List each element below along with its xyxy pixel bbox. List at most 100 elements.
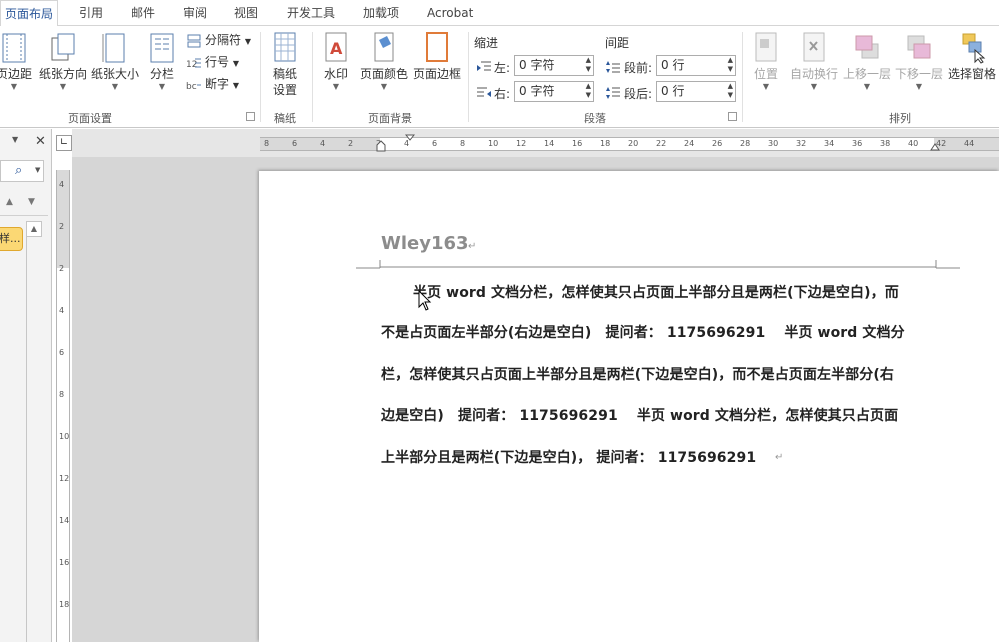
ribbon-tabs: 页面布局 引用 邮件 审阅 视图 开发工具 加载项 Acrobat — [0, 0, 999, 27]
vertical-ruler[interactable]: 4 2 2 4 6 8 10 12 14 16 18 — [56, 170, 70, 642]
body-text-line[interactable]: 边是空白) 提问者： 1175696291 半页 word 文档分栏，怎样使其只… — [381, 405, 898, 425]
nav-search-box[interactable]: ⌕ ▼ — [0, 160, 44, 182]
manuscript-label-2: 设置 — [272, 83, 297, 97]
watermark-label: 水印 — [323, 67, 348, 81]
tab-selector[interactable]: ∟ — [56, 135, 72, 151]
size-label: 纸张大小 — [90, 67, 139, 81]
position-button[interactable]: 位置 ▼ — [748, 30, 784, 92]
send-backward-button[interactable]: 下移一层 ▼ — [894, 30, 944, 92]
body-text-line[interactable]: 栏，怎样使其只占页面上半部分且是两栏(下边是空白)，而不是占页面左半部分(右 — [381, 364, 894, 384]
spacing-after-value: 0 行 — [661, 84, 685, 98]
paragraph-mark: ↵ — [775, 452, 784, 463]
ruler-tick-label: 38 — [880, 139, 891, 148]
spacing-before-spinner[interactable]: 0 行 ▲ ▼ — [656, 55, 736, 76]
group-label-page-setup: 页面设置 — [68, 112, 112, 125]
columns-label: 分栏 — [149, 67, 174, 81]
nav-scrollbar[interactable] — [26, 237, 42, 642]
ruler-tick-label: 2 — [59, 264, 65, 273]
line-numbers-label: 行号 — [205, 55, 230, 69]
first-line-indent-marker[interactable] — [405, 134, 415, 146]
ruler-tick-label: 6 — [292, 139, 298, 148]
spacing-after-label: 段后: — [624, 87, 653, 101]
ribbon: 页边距 ▼ 纸张方向 ▼ 纸张大小 ▼ 分栏 ▼ 分隔符 ▼ 12 行号 ▼ bc… — [0, 26, 999, 128]
ruler-tick-label: 12 — [59, 474, 70, 483]
group-divider — [468, 32, 469, 122]
line-numbers-button[interactable]: 12 行号 ▼ — [186, 52, 239, 72]
nav-heading-item[interactable]: 样... — [0, 227, 23, 251]
svg-text:A: A — [330, 39, 343, 58]
indent-right-spinner[interactable]: 0 字符 ▲ ▼ — [514, 81, 594, 102]
hyphenation-label: 断字 — [205, 77, 230, 91]
page-color-button[interactable]: 页面颜色 ▼ — [358, 30, 410, 92]
selection-pane-button[interactable]: 选择窗格 — [946, 30, 998, 82]
manuscript-settings-button[interactable]: 稿纸 设置 — [266, 30, 304, 98]
wrap-text-button[interactable]: 自动换行 ▼ — [788, 30, 840, 92]
horizontal-ruler[interactable]: 8642246810121416182022242628303234363840… — [260, 134, 999, 153]
hyphenation-button[interactable]: bc 断字 ▼ — [186, 74, 239, 94]
svg-text:bc: bc — [186, 82, 197, 92]
close-icon[interactable]: ✕ — [35, 134, 46, 149]
tab-acrobat[interactable]: Acrobat — [423, 0, 477, 26]
paragraph-launcher[interactable] — [728, 112, 737, 121]
page-color-icon — [374, 32, 394, 62]
ruler-tick-label: 28 — [740, 139, 751, 148]
breaks-icon — [187, 34, 201, 47]
page-borders-label: 页面边框 — [412, 67, 461, 81]
bring-forward-button[interactable]: 上移一层 ▼ — [842, 30, 892, 92]
tab-page-layout[interactable]: 页面布局 — [0, 0, 59, 27]
right-indent-marker[interactable] — [930, 140, 940, 152]
chevron-down-icon: ▼ — [915, 82, 923, 91]
orientation-button[interactable]: 纸张方向 ▼ — [38, 30, 88, 92]
ruler-tick-label: 2 — [348, 139, 354, 148]
body-text-line[interactable]: 上半部分且是两栏(下边是空白)， 提问者： 1175696291 — [381, 447, 756, 467]
ruler-tick-label: 14 — [544, 139, 555, 148]
tab-view[interactable]: 视图 — [230, 0, 262, 26]
body-text-line[interactable]: 不是占页面左半部分(右边是空白) 提问者： 1175696291 半页 word… — [381, 322, 905, 342]
header-boundary-line — [356, 260, 960, 269]
page-borders-button[interactable]: 页面边框 — [412, 30, 462, 82]
spacing-after-spinner[interactable]: 0 行 ▲ ▼ — [656, 81, 736, 102]
scroll-up-button[interactable]: ▲ — [26, 221, 42, 237]
tab-review[interactable]: 审阅 — [179, 0, 211, 26]
bring-forward-label: 上移一层 — [842, 67, 891, 81]
chevron-down-icon: ▼ — [59, 82, 67, 91]
wrap-text-icon — [803, 32, 825, 62]
group-label-manuscript: 稿纸 — [274, 112, 296, 125]
next-arrow-icon[interactable]: ▼ — [28, 197, 35, 207]
spacing-before-value: 0 行 — [661, 58, 685, 72]
left-indent-marker[interactable] — [376, 135, 386, 153]
tab-add-ins[interactable]: 加载项 — [359, 0, 403, 26]
previous-arrow-icon[interactable]: ▲ — [6, 197, 13, 207]
ruler-tick-label: 2 — [59, 222, 65, 231]
watermark-button[interactable]: A 水印 ▼ — [318, 30, 354, 92]
line-numbers-icon: 12 — [186, 58, 201, 70]
page-header-text[interactable]: Wley163 — [381, 233, 469, 254]
page-setup-launcher[interactable] — [246, 112, 255, 121]
watermark-icon: A — [325, 32, 347, 62]
tab-mailings[interactable]: 邮件 — [127, 0, 159, 26]
margins-icon — [2, 33, 26, 63]
search-icon: ⌕ — [15, 163, 23, 178]
tab-developer[interactable]: 开发工具 — [283, 0, 339, 26]
columns-button[interactable]: 分栏 ▼ — [146, 30, 178, 92]
chevron-down-icon[interactable]: ▼ — [12, 135, 18, 144]
size-button[interactable]: 纸张大小 ▼ — [90, 30, 140, 92]
page-color-label: 页面颜色 — [359, 67, 408, 81]
ruler-tick-label: 34 — [824, 139, 835, 148]
columns-icon — [150, 33, 174, 63]
manuscript-icon — [274, 32, 296, 62]
chevron-down-icon: ▼ — [332, 82, 340, 91]
ruler-tick-label: 30 — [768, 139, 779, 148]
bring-forward-icon — [855, 35, 879, 59]
margins-button[interactable]: 页边距 ▼ — [0, 30, 34, 92]
tab-references[interactable]: 引用 — [75, 0, 107, 26]
chevron-down-icon: ▼ — [158, 82, 166, 91]
ruler-tick-label: 8 — [460, 139, 466, 148]
ruler-tick-label: 8 — [59, 390, 65, 399]
ruler-tick-label: 18 — [59, 600, 70, 609]
breaks-button[interactable]: 分隔符 ▼ — [186, 30, 251, 50]
indent-left-label: 左: — [494, 61, 511, 75]
indent-left-spinner[interactable]: 0 字符 ▲ ▼ — [514, 55, 594, 76]
navigation-pane: ✕ ▼ ⌕ ▼ ▲ ▼ 样... ▲ — [0, 129, 52, 642]
body-text-line[interactable]: 半页 word 文档分栏，怎样使其只占页面上半部分且是两栏(下边是空白)，而 — [413, 282, 899, 302]
